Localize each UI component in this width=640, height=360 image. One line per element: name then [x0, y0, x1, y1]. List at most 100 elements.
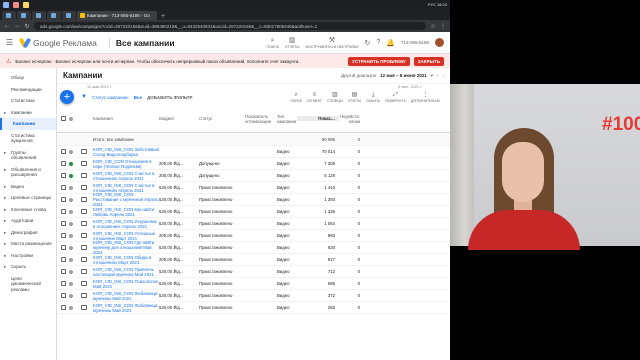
- row-status-cell[interactable]: [69, 245, 81, 250]
- fix-problem-button[interactable]: УСТРАНИТЬ ПРОБЛЕМУ: [348, 56, 410, 66]
- budget-cell[interactable]: 520,00 ₽/д...: [159, 269, 199, 275]
- menu-dots-icon[interactable]: ⋮: [440, 23, 446, 30]
- row-checkbox[interactable]: [61, 293, 66, 298]
- url-field[interactable]: ads.google.com/aw/campaigns?ocid=2572201…: [34, 22, 426, 30]
- row-checkbox[interactable]: [61, 197, 66, 202]
- browser-tab-active[interactable]: Кампании - 713-065-6186 - Go: [77, 11, 157, 20]
- sidebar-item[interactable]: Демография: [0, 227, 56, 239]
- hamburger-menu-icon[interactable]: ☰: [6, 38, 14, 47]
- browser-tab[interactable]: [17, 11, 31, 20]
- campaign-name-link[interactable]: KOR_VID_INS_CON Счастье в отношениях Апр…: [93, 183, 159, 193]
- row-status-cell[interactable]: [69, 233, 81, 238]
- row-checkbox[interactable]: [61, 245, 66, 250]
- row-status-cell[interactable]: [69, 221, 81, 226]
- add-filter-button[interactable]: ДОБАВИТЬ ФИЛЬТР: [147, 95, 193, 100]
- search-tool[interactable]: ⌕ ПОИСК: [266, 37, 278, 49]
- back-icon[interactable]: ←: [4, 23, 10, 29]
- row-select-cell[interactable]: [57, 221, 69, 226]
- sidebar-item[interactable]: Цели динамической рекламы: [0, 273, 56, 296]
- row-checkbox[interactable]: [61, 161, 66, 166]
- sidebar-item[interactable]: Настройки: [0, 250, 56, 262]
- sidebar-item[interactable]: Ключевые слова: [0, 204, 56, 216]
- campaign-name-link[interactable]: KOR_VID_INS_CON Любовница мужчины Май 20…: [93, 291, 159, 301]
- budget-cell[interactable]: 200,00 ₽/д...: [159, 233, 199, 239]
- sidebar-item[interactable]: Видео: [0, 181, 56, 193]
- date-range-picker[interactable]: Другой диапазон 12 мая – 6 июня 2021 ▾ ‹…: [341, 73, 444, 79]
- sidebar-item[interactable]: Обзор: [0, 72, 56, 84]
- row-checkbox[interactable]: [61, 173, 66, 178]
- sidebar-item[interactable]: Объявления и расширения: [0, 164, 56, 181]
- sidebar-item[interactable]: Группы объявлений: [0, 147, 56, 164]
- row-status-cell[interactable]: [69, 305, 81, 310]
- sidebar-item[interactable]: Статистика аукционов: [0, 130, 56, 147]
- row-select-cell[interactable]: [57, 257, 69, 262]
- row-select-cell[interactable]: [57, 197, 69, 202]
- status-dot-icon[interactable]: [69, 293, 73, 298]
- row-select-cell[interactable]: [57, 269, 69, 274]
- campaign-name-link[interactable]: KOR_VID_INS_CON Привлечь настоящий мужчи…: [93, 267, 159, 277]
- row-status-cell[interactable]: [69, 209, 81, 214]
- google-ads-logo[interactable]: Google Реклама: [18, 37, 97, 48]
- close-banner-button[interactable]: ЗАКРЫТЬ: [413, 56, 444, 66]
- campaign-name-link[interactable]: KOR_VID_INS_CON Любовница мужчины Май 20…: [93, 303, 159, 313]
- row-checkbox[interactable]: [61, 185, 66, 190]
- budget-cell[interactable]: 520,00 ₽/д...: [159, 185, 199, 191]
- browser-tab[interactable]: [2, 11, 16, 20]
- status-dot-icon[interactable]: [69, 257, 73, 262]
- campaign-name-link[interactable]: KOR_VID_INS_CON Обида в отношениях Март …: [93, 255, 159, 265]
- sidebar-item[interactable]: Статистика: [0, 95, 56, 107]
- table-tool[interactable]: ⋮ ДОПОЛНИТЕЛЬНО: [411, 91, 440, 103]
- row-status-cell[interactable]: [69, 149, 81, 154]
- budget-cell[interactable]: 520,00 ₽/д...: [159, 305, 199, 311]
- browser-tab[interactable]: [62, 11, 76, 20]
- table-row[interactable]: KOR_VID_INS_CON Заботливый Сосед Видеопо…: [57, 146, 450, 158]
- sidebar-item[interactable]: Кампании: [0, 107, 56, 119]
- row-checkbox[interactable]: [61, 209, 66, 214]
- table-row[interactable]: KOR_VID_INS_CON Счастье в отношениях Апр…: [57, 170, 450, 182]
- row-checkbox[interactable]: [61, 149, 66, 154]
- row-checkbox[interactable]: [61, 269, 66, 274]
- table-tool[interactable]: ▤ ОТЧЕТЫ: [348, 91, 361, 103]
- reload-icon[interactable]: ↻: [24, 23, 30, 30]
- table-row[interactable]: KOR_VID_INS_CON Привлечь настоящий мужчи…: [57, 266, 450, 278]
- budget-cell[interactable]: 200,00 ₽/д...: [159, 257, 199, 263]
- budget-cell[interactable]: 520,00 ₽/д...: [159, 293, 199, 299]
- status-dot-icon[interactable]: [69, 305, 73, 310]
- campaign-name-link[interactable]: KOR_VID_CON Отношения в паре (тёплые Под…: [93, 159, 159, 169]
- budget-cell[interactable]: 520,00 ₽/д...: [159, 209, 199, 215]
- table-row[interactable]: KOR_VID_INS_CON Искушение в отношениях А…: [57, 218, 450, 230]
- status-dot-icon[interactable]: [69, 185, 73, 190]
- help-icon[interactable]: ?: [376, 39, 380, 46]
- row-checkbox[interactable]: [61, 221, 66, 226]
- campaign-name-link[interactable]: KOR_VID_INS_CON Заботливый Сосед Видеопо…: [93, 147, 159, 157]
- col-status[interactable]: Статус: [199, 116, 245, 121]
- table-tool[interactable]: ⌕ ПОИСК: [291, 91, 302, 103]
- filter-value[interactable]: Все: [134, 95, 142, 100]
- status-dot-icon[interactable]: [69, 233, 73, 238]
- row-select-cell[interactable]: [57, 161, 69, 166]
- table-tool[interactable]: ⤓ СКАЧАТЬ: [366, 91, 380, 103]
- row-checkbox[interactable]: [61, 257, 66, 262]
- row-status-cell[interactable]: [69, 293, 81, 298]
- row-status-cell[interactable]: [69, 173, 81, 178]
- col-campaign-type[interactable]: Тип кампании: [277, 114, 297, 124]
- row-select-cell[interactable]: [57, 305, 69, 310]
- col-campaign[interactable]: Кампания: [93, 116, 159, 121]
- row-select-cell[interactable]: [57, 293, 69, 298]
- row-checkbox[interactable]: [61, 281, 66, 286]
- table-row[interactable]: KOR_VID_INS_CON Любовница мужчины Май 20…: [57, 290, 450, 302]
- campaign-name-link[interactable]: KOR_VID_INS_CON Расставание с мужчиной А…: [93, 192, 159, 207]
- budget-cell[interactable]: 520,00 ₽/д...: [159, 197, 199, 203]
- notifications-icon[interactable]: 🔔: [386, 39, 395, 47]
- filter-label[interactable]: Статус кампании:: [92, 95, 129, 100]
- row-status-cell[interactable]: [69, 161, 81, 166]
- budget-cell[interactable]: 520,00 ₽/д...: [159, 281, 199, 287]
- campaign-name-link[interactable]: KOR_VID_INS_CON Счастье в отношениях Апр…: [93, 171, 159, 181]
- row-status-cell[interactable]: [69, 197, 81, 202]
- sidebar-item[interactable]: Рекомендации: [0, 84, 56, 96]
- status-dot-icon[interactable]: [69, 245, 73, 250]
- row-select-cell[interactable]: [57, 149, 69, 154]
- sidebar-item[interactable]: Места размещения: [0, 238, 56, 250]
- app-icon[interactable]: [13, 1, 19, 8]
- reports-tool[interactable]: ▥ ОТЧЕТЫ: [285, 37, 300, 49]
